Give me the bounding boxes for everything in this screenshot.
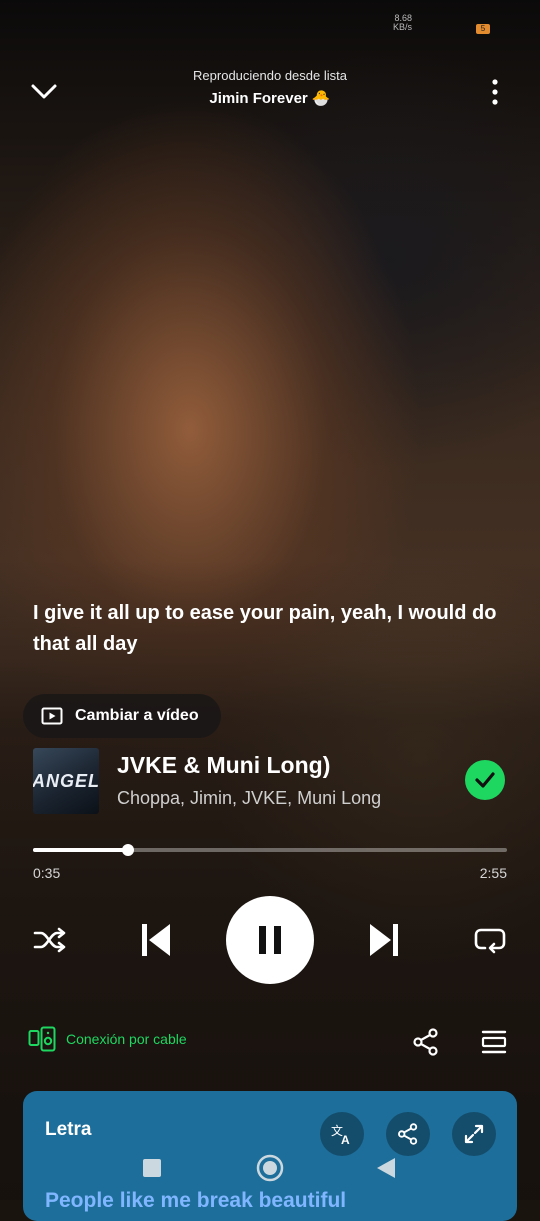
nav-back-icon: [377, 1158, 395, 1178]
progress-fill: [33, 848, 128, 852]
album-cover-text: ANGEL: [33, 770, 99, 791]
track-title[interactable]: JVKE & Muni Long): [117, 752, 417, 779]
svg-text:A: A: [341, 1133, 350, 1146]
playback-controls: [0, 894, 540, 984]
switch-to-video-button[interactable]: Cambiar a vídeo: [23, 694, 221, 738]
repeat-button[interactable]: [468, 922, 512, 958]
album-cover[interactable]: ANGEL: [33, 748, 99, 814]
share-icon: [398, 1123, 418, 1145]
next-button[interactable]: [362, 920, 406, 960]
repeat-icon: [474, 928, 506, 954]
cable-device-icon: [28, 1026, 56, 1052]
current-lyric-line: I give it all up to ease your pain, yeah…: [33, 602, 497, 655]
lyrics-preview-line: People like me break beautiful: [45, 1189, 347, 1212]
check-icon: [475, 772, 495, 788]
shuffle-button[interactable]: [28, 922, 72, 958]
now-playing-header: Reproduciendo desde lista Jimin Forever …: [0, 68, 540, 107]
playing-from-label: Reproduciendo desde lista: [193, 68, 347, 83]
total-duration: 2:55: [479, 865, 507, 881]
queue-icon: [481, 1030, 507, 1054]
network-speed: 8.68 KB/s: [392, 13, 412, 32]
previous-icon: [142, 924, 170, 956]
elapsed-time: 0:35: [33, 865, 61, 881]
progress-bar[interactable]: [33, 844, 507, 856]
playlist-name[interactable]: Jimin Forever 🐣: [0, 89, 540, 107]
battery-indicator: 5: [476, 24, 490, 34]
progress-handle[interactable]: [121, 844, 134, 856]
more-options-button[interactable]: [480, 74, 510, 110]
nav-square-icon: [143, 1159, 161, 1177]
share-icon: [413, 1028, 438, 1056]
home-button[interactable]: [254, 1152, 286, 1184]
track-info: ANGEL JVKE & Muni Long) Choppa, Jimin, J…: [33, 748, 513, 818]
system-navigation-bar: [0, 1150, 540, 1186]
previous-button[interactable]: [134, 920, 178, 960]
more-vertical-icon: [492, 79, 498, 105]
track-artists[interactable]: Choppa, Jimin, JVKE, Muni Long: [117, 788, 427, 809]
shuffle-icon: [33, 927, 66, 953]
expand-icon: [464, 1124, 484, 1144]
translate-icon: 文 A: [331, 1123, 350, 1146]
secondary-controls: Conexión por cable: [0, 1022, 540, 1062]
device-connection-button[interactable]: Conexión por cable: [28, 1026, 187, 1052]
pause-icon: [259, 926, 281, 954]
video-icon: [41, 707, 63, 725]
back-button[interactable]: [372, 1154, 400, 1182]
share-button[interactable]: [408, 1024, 444, 1060]
next-icon: [370, 924, 398, 956]
queue-button[interactable]: [476, 1024, 512, 1060]
device-connection-label: Conexión por cable: [66, 1031, 187, 1047]
switch-to-video-label: Cambiar a vídeo: [75, 707, 199, 724]
recent-apps-button[interactable]: [138, 1154, 166, 1182]
nav-circle-icon: [256, 1154, 284, 1182]
lyrics-card-title: Letra: [45, 1119, 92, 1140]
added-to-library-button[interactable]: [465, 760, 505, 800]
pause-button[interactable]: [226, 896, 314, 984]
